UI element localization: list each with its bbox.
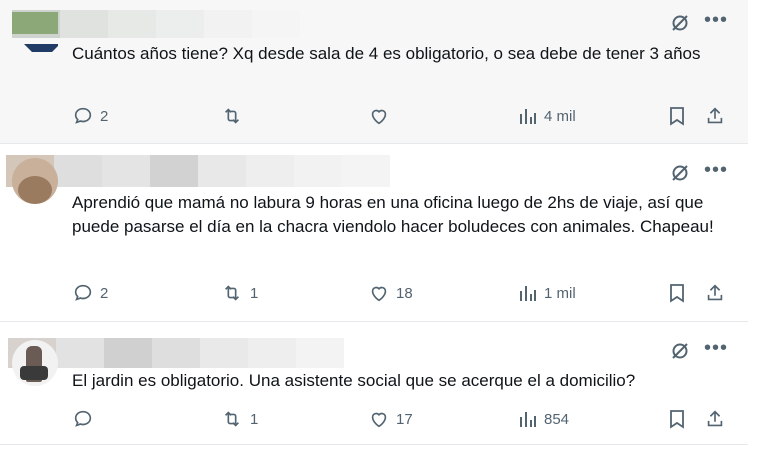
more-icon[interactable]: •••: [704, 10, 728, 30]
like-count: 17: [396, 410, 413, 428]
reply-button[interactable]: [72, 408, 100, 430]
share-button[interactable]: [704, 408, 726, 430]
retweet-button[interactable]: [220, 105, 250, 127]
heart-icon: [368, 282, 390, 304]
share-button[interactable]: [704, 105, 726, 127]
action-bar: 2 4 mil: [70, 105, 730, 129]
reply-text: El jardin es obligatorio. Una asistente …: [72, 371, 636, 390]
retweet-icon: [220, 105, 244, 127]
heart-icon: [368, 408, 390, 430]
grok-icon[interactable]: [670, 341, 690, 361]
redacted-user-header: [6, 155, 390, 187]
action-bar: 2 1 18 1 mil: [70, 282, 730, 306]
views-count: 4 mil: [544, 107, 576, 125]
replies-feed: ••• Cuántos años tiene? Xq desde sala de…: [0, 0, 748, 461]
bookmark-button[interactable]: [667, 282, 687, 304]
like-button[interactable]: 17: [368, 408, 413, 430]
share-button[interactable]: [704, 282, 726, 304]
avatar[interactable]: [12, 6, 58, 52]
views-icon: [518, 282, 538, 304]
avatar[interactable]: [12, 340, 58, 386]
retweet-icon: [220, 282, 244, 304]
grok-icon[interactable]: [670, 13, 690, 33]
retweet-button[interactable]: 1: [220, 282, 258, 304]
reply-count: 2: [100, 284, 109, 302]
reply-card[interactable]: ••• Aprendió que mamá no labura 9 horas …: [0, 145, 748, 322]
reply-text: Aprendió que mamá no labura 9 horas en u…: [72, 193, 714, 236]
retweet-count: 1: [250, 410, 259, 428]
reply-icon: [72, 408, 94, 430]
redacted-user-header: [8, 338, 344, 368]
reply-count: 2: [100, 107, 109, 125]
views-count: 1 mil: [544, 284, 576, 302]
views-button[interactable]: 854: [518, 408, 569, 430]
like-button[interactable]: 18: [368, 282, 413, 304]
avatar[interactable]: [12, 158, 58, 204]
retweet-icon: [220, 408, 244, 430]
heart-icon: [368, 105, 390, 127]
reply-card[interactable]: ••• El jardin es obligatorio. Una asiste…: [0, 323, 748, 445]
bookmark-button[interactable]: [667, 105, 687, 127]
bookmark-icon: [667, 105, 687, 127]
bookmark-icon: [667, 282, 687, 304]
views-icon: [518, 105, 538, 127]
bookmark-button[interactable]: [667, 408, 687, 430]
retweet-button[interactable]: 1: [220, 408, 258, 430]
more-icon[interactable]: •••: [704, 338, 728, 358]
bookmark-icon: [667, 408, 687, 430]
grok-icon[interactable]: [670, 163, 690, 183]
views-count: 854: [544, 410, 570, 428]
reply-icon: [72, 105, 94, 127]
reply-icon: [72, 282, 94, 304]
reply-button[interactable]: 2: [72, 282, 108, 304]
share-icon: [704, 408, 726, 430]
views-button[interactable]: 4 mil: [518, 105, 576, 127]
views-icon: [518, 408, 538, 430]
reply-text: Cuántos años tiene? Xq desde sala de 4 e…: [72, 44, 701, 63]
views-button[interactable]: 1 mil: [518, 282, 576, 304]
reply-button[interactable]: 2: [72, 105, 108, 127]
like-button[interactable]: [368, 105, 396, 127]
action-bar: 1 17 854: [70, 408, 730, 432]
like-count: 18: [396, 284, 413, 302]
share-icon: [704, 282, 726, 304]
share-icon: [704, 105, 726, 127]
more-icon[interactable]: •••: [704, 160, 728, 180]
retweet-count: 1: [250, 284, 259, 302]
reply-card[interactable]: ••• Cuántos años tiene? Xq desde sala de…: [0, 0, 748, 144]
